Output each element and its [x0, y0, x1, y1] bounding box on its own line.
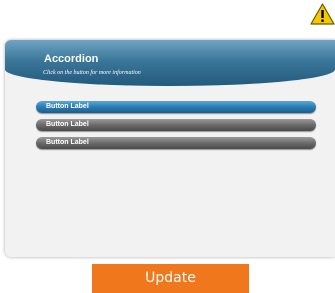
accordion-panel: Accordion Click on the button for more i… [5, 40, 335, 257]
accordion-button-2[interactable]: Button Label [36, 119, 316, 131]
accordion-title: Accordion [44, 53, 99, 65]
accordion-subtitle: Click on the button for more information [43, 70, 141, 76]
accordion-button-3[interactable]: Button Label [36, 137, 316, 149]
warning-icon [310, 3, 335, 25]
update-button[interactable]: Update [92, 264, 249, 293]
accordion-header: Accordion Click on the button for more i… [5, 40, 335, 86]
accordion-button-1[interactable]: Button Label [36, 101, 316, 113]
